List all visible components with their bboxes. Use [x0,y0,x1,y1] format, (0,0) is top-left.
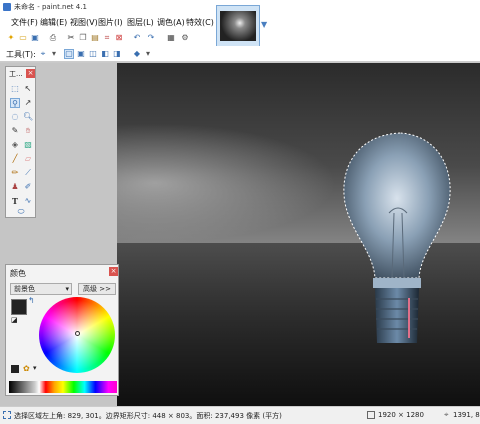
cut-icon[interactable]: ✂ [66,33,76,43]
crop-icon[interactable]: ⌗ [102,33,112,43]
selection-icon [3,411,11,419]
more-button[interactable]: 高级 >> [78,283,116,295]
reset-colors-icon[interactable]: ◪ [11,316,18,324]
deselect-icon[interactable]: ⊠ [114,33,124,43]
window-title: 未命名 - paint.net 4.1 [14,3,87,11]
new-icon[interactable]: ✦ [6,33,16,43]
paste-icon[interactable]: ▤ [90,33,100,43]
antialias-chevron-icon[interactable]: ▾ [143,49,153,59]
menu-edit[interactable]: 编辑(E) [40,17,67,28]
colors-panel-close-icon[interactable]: × [109,267,118,276]
menu-layers[interactable]: 图层(L) [127,17,154,28]
app-icon [3,3,11,11]
zoom-tool-icon[interactable]: 🔍︎ [23,112,33,122]
pencil-tool-icon[interactable]: ✏︎ [10,168,20,178]
save-icon[interactable]: ▣ [30,33,40,43]
colors-panel-title: 颜色 [10,269,26,278]
colors-panel: 颜色 × 前景色 ▾ 高级 >> ↰ ◪ ✿ ▾ [5,264,119,396]
selection-mode-replace-icon[interactable]: ▢ [64,49,74,59]
shapes-tool-icon[interactable]: ⬭ [10,207,32,217]
swap-colors-icon[interactable]: ↰ [28,296,35,305]
color-picker-tool-icon[interactable]: ⟋ [23,168,33,178]
menu-effects[interactable]: 特效(C) [186,17,214,28]
selection-mode-xor-icon[interactable]: ◨ [112,49,122,59]
main-toolbar: ✦ ▭ ▣ ⎙ ✂ ❐ ▤ ⌗ ⊠ ↶ ↷ ▦ ⚙ [0,30,214,46]
chevron-down-icon: ▾ [65,285,69,293]
color-palette-strip[interactable] [9,381,117,393]
image-size-value: 1920 × 1280 [378,411,424,419]
cursor-position-value: 1391, 8... [453,411,480,419]
settings-icon[interactable]: ⚙ [180,33,190,43]
open-icon[interactable]: ▭ [18,33,28,43]
tools-panel: 工... × ⬚ ↖ ⚲ ↗ ◌ 🔍︎ ✎ ✋︎ ◈ ▧ ╱ ▱ ✏︎ ⟋ ♟ … [5,66,36,218]
undo-icon[interactable]: ↶ [132,33,142,43]
eraser-tool-icon[interactable]: ▱ [23,154,33,164]
tool-options-bar: 工具(T): ⌖ ▾ ▢ ▣ ◫ ◧ ◨ ◆ ▾ [0,46,480,62]
image-tab-thumbnail[interactable] [216,5,260,47]
ellipse-select-tool-icon[interactable]: ◌ [10,112,20,122]
antialias-icon[interactable]: ◆ [132,49,142,59]
thumbnail-image [220,11,256,41]
bulb-neck [373,278,421,288]
tools-panel-close-icon[interactable]: × [26,69,35,78]
primary-color-swatch[interactable] [11,299,27,315]
tool-picker-icon[interactable]: ⌖ [38,49,48,59]
menu-file[interactable]: 文件(F) [11,17,38,28]
lasso-tool-icon[interactable]: ✎ [10,126,20,136]
text-tool-icon[interactable]: T [10,196,20,206]
color-mode-dropdown[interactable]: 前景色 ▾ [10,283,72,295]
selection-mode-union-icon[interactable]: ▣ [76,49,86,59]
grid-icon[interactable]: ▦ [166,33,176,43]
tools-panel-title: 工... [9,70,23,78]
move-selected-tool-icon[interactable]: ↖ [23,84,33,94]
selection-info: 选择区域左上角: 829, 301。边界矩形尺寸: 448 × 803。面积: … [14,412,282,420]
color-mode-value: 前景色 [14,285,35,293]
move-selection-tool-icon[interactable]: ↗ [23,98,33,108]
selection-mode-intersect-icon[interactable]: ◧ [100,49,110,59]
tool-label: 工具(T): [6,50,36,59]
bulb-glass [343,132,451,279]
color-wheel-cursor[interactable] [75,331,80,336]
bulb-tip [385,343,409,349]
copy-icon[interactable]: ❐ [78,33,88,43]
bulb-base [375,288,419,343]
pan-tool-icon[interactable]: ✋︎ [23,126,33,136]
gradient-tool-icon[interactable]: ▧ [23,140,33,150]
rectangle-select-tool-icon[interactable]: ⬚ [10,84,20,94]
palette-menu-chevron-icon[interactable]: ▾ [33,364,37,372]
image-size-icon [367,411,375,419]
redo-icon[interactable]: ↷ [146,33,156,43]
line-curve-tool-icon[interactable]: ∿ [23,196,33,206]
paintbrush-tool-icon[interactable]: ╱ [10,154,20,164]
magic-wand-tool-icon[interactable]: ⚲ [10,98,20,108]
status-bar: 选择区域左上角: 829, 301。边界矩形尺寸: 448 × 803。面积: … [0,406,480,424]
menu-adjustments[interactable]: 调色(A) [157,17,185,28]
menu-image[interactable]: 图片(I) [98,17,123,28]
image-canvas[interactable] [117,63,480,406]
selection-mode-exclude-icon[interactable]: ◫ [88,49,98,59]
clone-stamp-tool-icon[interactable]: ♟ [10,182,20,192]
menu-view[interactable]: 视图(V) [70,17,98,28]
light-bulb-image [343,132,451,349]
tab-list-chevron-icon[interactable]: ▼ [261,20,267,29]
cursor-position-icon: ⌖ [444,410,449,419]
palette-swatch-icon[interactable] [11,365,19,373]
recolor-tool-icon[interactable]: ✐ [23,182,33,192]
palette-menu-icon[interactable]: ✿ [23,364,30,373]
tool-picker-chevron-icon[interactable]: ▾ [49,49,59,59]
print-icon[interactable]: ⎙ [48,33,58,43]
paint-bucket-tool-icon[interactable]: ◈ [10,140,20,150]
